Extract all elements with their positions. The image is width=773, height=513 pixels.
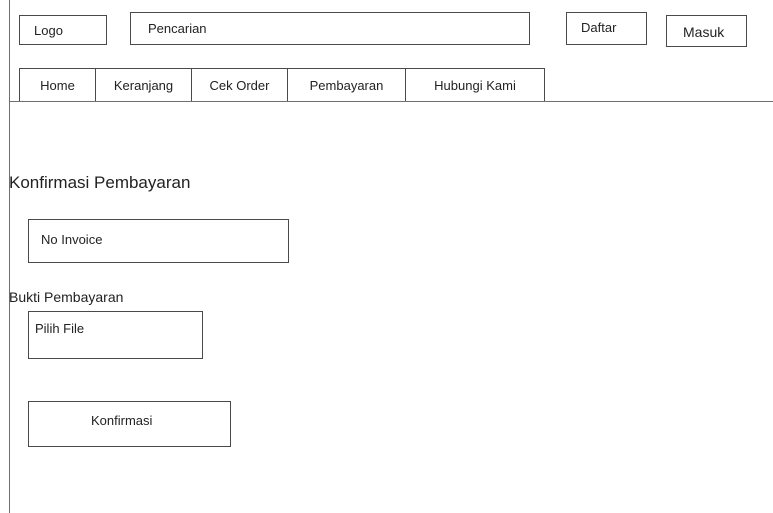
konfirmasi-button-label: Konfirmasi bbox=[91, 413, 153, 428]
logo-label: Logo bbox=[34, 23, 63, 38]
nav-item-cek-order[interactable]: Cek Order bbox=[191, 68, 288, 101]
search-input[interactable]: Pencarian bbox=[130, 12, 530, 45]
masuk-button[interactable]: Masuk bbox=[666, 15, 747, 47]
nav-item-label: Home bbox=[40, 77, 75, 93]
nav-item-label: Cek Order bbox=[209, 77, 270, 93]
left-border-line bbox=[9, 0, 10, 513]
pilih-file-button[interactable]: Pilih File bbox=[28, 311, 203, 359]
nav-item-label: Pembayaran bbox=[309, 77, 384, 93]
logo[interactable]: Logo bbox=[19, 15, 107, 45]
page-title: Konfirmasi Pembayaran bbox=[9, 173, 191, 192]
search-placeholder: Pencarian bbox=[148, 21, 207, 36]
bukti-pembayaran-label: Bukti Pembayaran bbox=[9, 289, 124, 305]
daftar-button[interactable]: Daftar bbox=[566, 12, 647, 45]
konfirmasi-button[interactable]: Konfirmasi bbox=[28, 401, 231, 447]
invoice-input[interactable]: No Invoice bbox=[28, 219, 289, 263]
nav-item-label: Keranjang bbox=[113, 77, 174, 93]
invoice-placeholder: No Invoice bbox=[41, 232, 103, 247]
nav-item-pembayaran[interactable]: Pembayaran bbox=[287, 68, 406, 101]
nav-item-home[interactable]: Home bbox=[19, 68, 96, 101]
main-nav: Home Keranjang Cek Order Pembayaran Hubu… bbox=[19, 68, 545, 101]
pilih-file-label: Pilih File bbox=[35, 321, 85, 336]
nav-item-label: Hubungi Kami bbox=[434, 77, 516, 93]
nav-item-keranjang[interactable]: Keranjang bbox=[95, 68, 192, 101]
nav-divider bbox=[9, 101, 773, 102]
masuk-button-label: Masuk bbox=[683, 24, 725, 40]
nav-item-hubungi-kami[interactable]: Hubungi Kami bbox=[405, 68, 545, 101]
daftar-button-label: Daftar bbox=[581, 20, 617, 35]
page-canvas: Logo Pencarian Daftar Masuk Home Keranja… bbox=[0, 0, 773, 513]
